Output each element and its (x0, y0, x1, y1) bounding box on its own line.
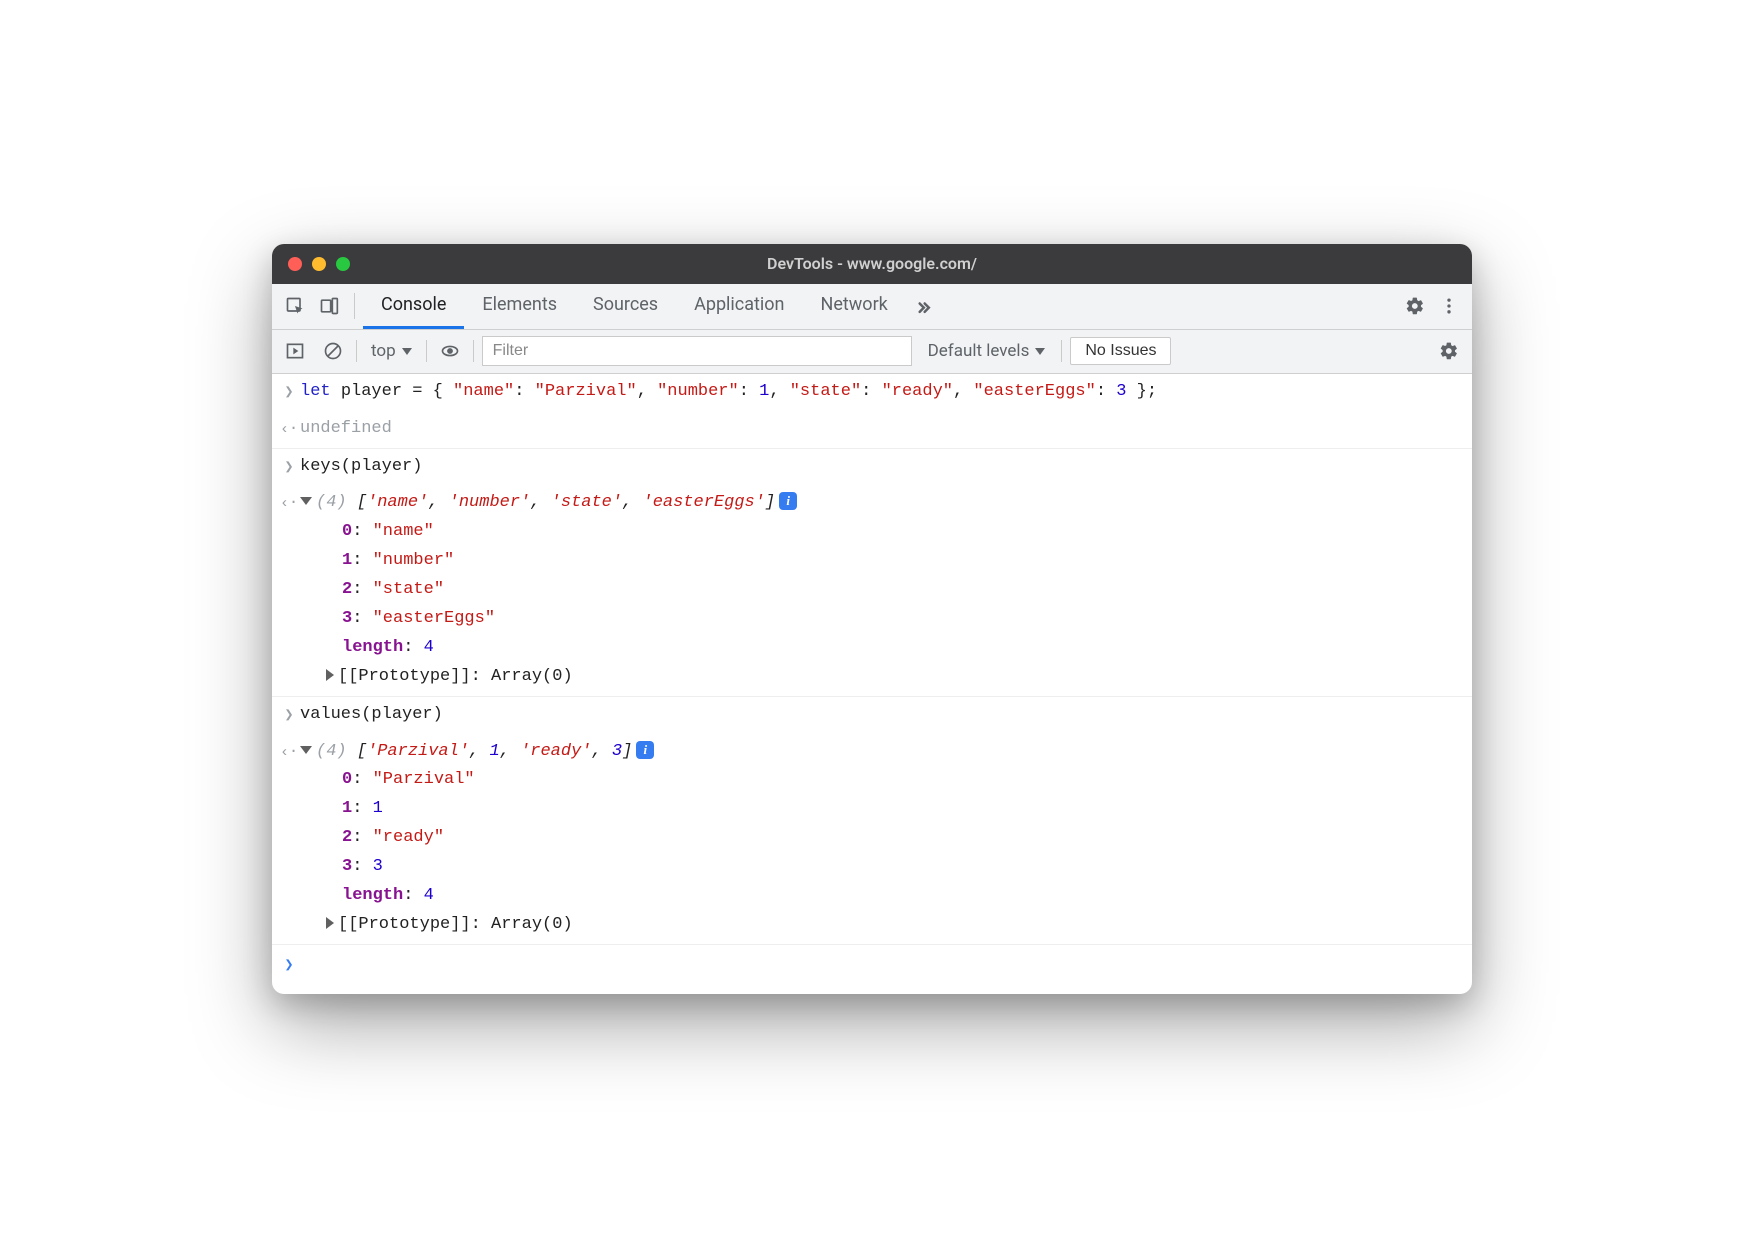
filter-input[interactable] (482, 336, 912, 366)
device-toolbar-icon[interactable] (312, 289, 346, 323)
output-chevron-icon: ‹⋅ (278, 489, 300, 517)
array-entry[interactable]: length: 4 (300, 882, 1462, 911)
input-chevron-icon: ❯ (278, 701, 300, 729)
inspect-element-icon[interactable] (278, 289, 312, 323)
console-code[interactable]: let player = { "name": "Parzival", "numb… (300, 378, 1462, 407)
console-result: undefined (300, 415, 1462, 444)
titlebar: DevTools - www.google.com/ (272, 244, 1472, 284)
console-output-row: ‹⋅(4) ['Parzival', 1, 'ready', 3]i0: "Pa… (272, 734, 1472, 945)
sidebar-toggle-icon[interactable] (280, 336, 310, 366)
dropdown-icon (1035, 348, 1045, 355)
toolbar-divider (426, 340, 427, 362)
prototype-row[interactable]: [[Prototype]]: Array(0) (300, 911, 1462, 940)
toolbar-divider (1061, 340, 1062, 362)
kebab-menu-icon[interactable] (1432, 289, 1466, 323)
maximize-window-button[interactable] (336, 257, 350, 271)
info-badge-icon[interactable]: i (779, 492, 797, 510)
array-entry[interactable]: 3: "easterEggs" (300, 605, 1462, 634)
output-chevron-icon: ‹⋅ (278, 415, 300, 443)
tabbar-divider (354, 293, 355, 319)
traffic-lights (272, 257, 350, 271)
tab-network[interactable]: Network (803, 284, 906, 329)
array-summary[interactable]: (4) ['Parzival', 1, 'ready', 3]i (300, 738, 1462, 767)
devtools-window: DevTools - www.google.com/ ConsoleElemen… (272, 244, 1472, 995)
array-entry[interactable]: 0: "Parzival" (300, 766, 1462, 795)
expand-toggle-icon[interactable] (326, 917, 334, 929)
array-entry[interactable]: length: 4 (300, 634, 1462, 663)
array-result: (4) ['Parzival', 1, 'ready', 3]i0: "Parz… (300, 738, 1462, 940)
input-chevron-icon: ❯ (278, 378, 300, 406)
close-window-button[interactable] (288, 257, 302, 271)
array-entry[interactable]: 2: "state" (300, 576, 1462, 605)
tab-elements[interactable]: Elements (464, 284, 575, 329)
expand-toggle-icon[interactable] (300, 497, 312, 505)
console-input-row: ❯values(player) (272, 697, 1472, 734)
prototype-row[interactable]: [[Prototype]]: Array(0) (300, 663, 1462, 692)
tab-console[interactable]: Console (363, 284, 464, 329)
settings-icon[interactable] (1398, 289, 1432, 323)
console-prompt-row[interactable]: ❯ (272, 945, 1472, 989)
input-chevron-icon: ❯ (278, 453, 300, 481)
log-levels-selector[interactable]: Default levels (920, 341, 1054, 361)
info-badge-icon[interactable]: i (636, 741, 654, 759)
array-summary[interactable]: (4) ['name', 'number', 'state', 'easterE… (300, 489, 1462, 518)
expand-toggle-icon[interactable] (326, 669, 334, 681)
array-result: (4) ['name', 'number', 'state', 'easterE… (300, 489, 1462, 691)
toolbar-divider (473, 340, 474, 362)
levels-label: Default levels (928, 341, 1030, 361)
live-expression-icon[interactable] (435, 336, 465, 366)
console-output-row: ‹⋅(4) ['name', 'number', 'state', 'easte… (272, 485, 1472, 696)
window-title: DevTools - www.google.com/ (272, 254, 1472, 273)
clear-console-icon[interactable] (318, 336, 348, 366)
console-settings-icon[interactable] (1434, 336, 1464, 366)
dropdown-icon (402, 348, 412, 355)
console-toolbar: top Default levels No Issues (272, 330, 1472, 374)
console-input-row: ❯keys(player) (272, 449, 1472, 486)
devtools-tabbar: ConsoleElementsSourcesApplicationNetwork (272, 284, 1472, 330)
minimize-window-button[interactable] (312, 257, 326, 271)
console-output-row: ‹⋅undefined (272, 411, 1472, 449)
array-entry[interactable]: 3: 3 (300, 853, 1462, 882)
console-input-row: ❯let player = { "name": "Parzival", "num… (272, 374, 1472, 411)
console-output: ❯let player = { "name": "Parzival", "num… (272, 374, 1472, 995)
context-label: top (371, 341, 396, 361)
prompt-chevron-icon: ❯ (278, 951, 300, 979)
array-entry[interactable]: 2: "ready" (300, 824, 1462, 853)
issues-button[interactable]: No Issues (1070, 337, 1171, 365)
array-entry[interactable]: 0: "name" (300, 518, 1462, 547)
panel-tabs: ConsoleElementsSourcesApplicationNetwork (363, 284, 906, 329)
toolbar-divider (356, 340, 357, 362)
console-code[interactable]: keys(player) (300, 453, 1462, 482)
tab-application[interactable]: Application (676, 284, 802, 329)
console-code[interactable]: values(player) (300, 701, 1462, 730)
more-tabs-icon[interactable] (906, 289, 940, 323)
expand-toggle-icon[interactable] (300, 746, 312, 754)
array-entry[interactable]: 1: "number" (300, 547, 1462, 576)
output-chevron-icon: ‹⋅ (278, 738, 300, 766)
tab-sources[interactable]: Sources (575, 284, 676, 329)
array-entry[interactable]: 1: 1 (300, 795, 1462, 824)
context-selector[interactable]: top (365, 339, 418, 363)
